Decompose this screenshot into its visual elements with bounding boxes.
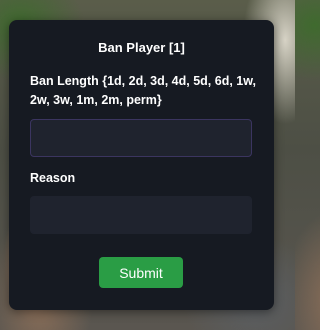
submit-button[interactable]: Submit [99, 257, 183, 288]
dialog-title: Ban Player [1] [98, 40, 185, 55]
reason-label: Reason [30, 171, 76, 185]
reason-input[interactable] [30, 196, 252, 234]
ban-length-label: Ban Length {1d, 2d, 3d, 4d, 5d, 6d, 1w, … [30, 74, 256, 107]
ban-player-dialog: Ban Player [1] Ban Length {1d, 2d, 3d, 4… [9, 20, 274, 310]
ban-length-input[interactable] [30, 119, 252, 157]
